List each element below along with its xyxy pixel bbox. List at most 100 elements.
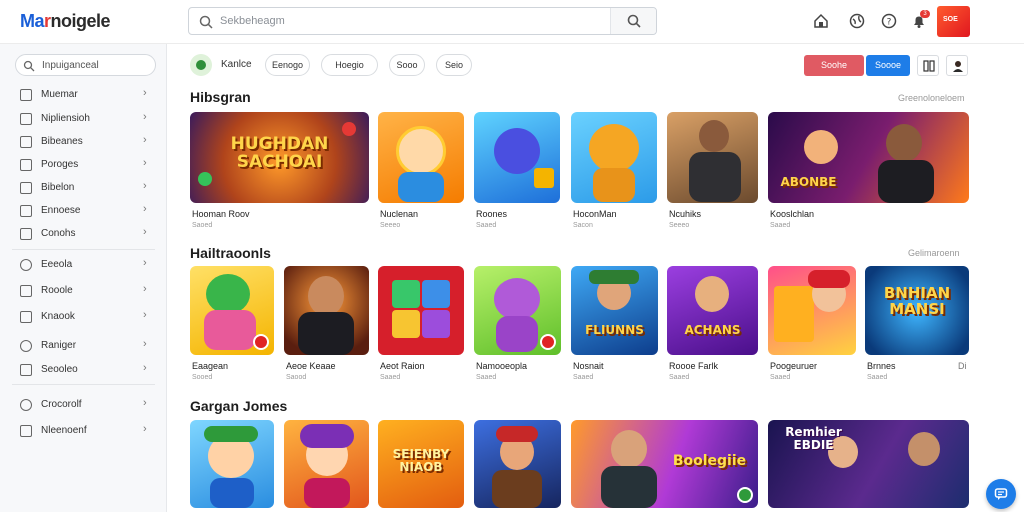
game-thumbnail (378, 112, 464, 203)
game-card[interactable]: HUGHDAN SACHOAI Hooman Roov Saoed (190, 112, 369, 232)
filter-chip[interactable]: Eenogo (265, 54, 310, 76)
menu-item-icon (20, 205, 32, 217)
character-face (494, 128, 540, 174)
search-button[interactable] (610, 8, 656, 34)
game-card[interactable] (284, 420, 369, 508)
user-avatar[interactable]: SOE (937, 6, 970, 37)
sidebar-item[interactable]: Muemar › (0, 85, 167, 105)
game-subtitle: Saaed (867, 374, 888, 381)
game-subtitle: Saaed (380, 374, 401, 381)
game-card[interactable] (474, 420, 561, 508)
site-logo[interactable]: Marnoigele (20, 11, 111, 32)
menu-item-icon (20, 364, 32, 376)
see-all-link[interactable]: Gelimaroenn (908, 248, 960, 258)
chevron-right-icon: › (143, 111, 147, 123)
play-badge-icon (737, 487, 753, 503)
character-body (601, 466, 657, 508)
game-thumbnail: SEIENBY NIAOB (378, 420, 464, 508)
avatar-text: SOE (943, 16, 958, 23)
hat-decoration (496, 426, 538, 442)
game-card[interactable]: Boolegiie (571, 420, 758, 508)
game-thumbnail (284, 420, 369, 508)
character-face (908, 432, 940, 466)
game-card[interactable]: ABONBE Kooslchlan Saaed (768, 112, 969, 232)
game-thumbnail (768, 266, 856, 355)
game-card[interactable]: HoconMan Sacon (571, 112, 657, 232)
home-chip[interactable] (190, 54, 212, 76)
see-all-link[interactable]: Greenoloneloem (898, 93, 965, 103)
game-card[interactable]: BNHIAN MANSI Brnnes Saaed Di (865, 266, 969, 386)
menu-item-icon (20, 89, 32, 101)
primary-action-button[interactable]: Soohe (804, 55, 864, 76)
help-icon[interactable]: ? (880, 12, 898, 30)
game-card[interactable]: ACHANS Roooe Farlk Saaed (667, 266, 758, 386)
sidebar-item[interactable]: Raniger › (0, 336, 167, 356)
profile-button[interactable] (946, 55, 968, 76)
game-subtitle: Saood (286, 374, 307, 381)
home-icon[interactable] (812, 12, 830, 30)
sidebar-item[interactable]: Seooleo › (0, 360, 167, 380)
sidebar-item[interactable]: Bibelon › (0, 178, 167, 198)
sidebar-item[interactable]: Crocorolf › (0, 395, 167, 415)
home-chip-icon (196, 60, 206, 70)
sidebar-item-label: Poroges (41, 159, 79, 170)
sidebar-item[interactable]: Poroges › (0, 155, 167, 175)
filter-active-label[interactable]: Kanlce (221, 59, 252, 70)
sidebar-item[interactable]: Rooole › (0, 281, 167, 301)
sidebar-item-label: Nleenoenf (41, 425, 87, 436)
sidebar-item[interactable]: Bibeanes › (0, 132, 167, 152)
cube-decoration (422, 310, 450, 338)
search-input[interactable]: Sekbeheagm (220, 15, 285, 27)
game-card[interactable]: FLIUNNS Nosnait Saaed (571, 266, 658, 386)
game-thumbnail: BNHIAN MANSI (865, 266, 969, 355)
game-card[interactable]: Nuclenan Seeeo (378, 112, 464, 232)
character-face (695, 276, 729, 312)
hat-decoration (300, 424, 354, 448)
filter-chip[interactable]: Seio (436, 54, 472, 76)
sidebar-item[interactable]: Knaook › (0, 307, 167, 327)
cube-decoration (392, 310, 420, 338)
menu-item-icon (20, 425, 32, 437)
secondary-action-button[interactable]: Soooe (866, 55, 910, 76)
game-card[interactable]: Eaagean Sooed (190, 266, 274, 386)
game-card[interactable]: Poogeuruer Saaed (768, 266, 856, 386)
filter-chip[interactable]: Sooo (389, 54, 425, 76)
sidebar-item[interactable]: Eeeola › (0, 255, 167, 275)
grid-view-button[interactable] (917, 55, 939, 76)
game-card[interactable]: SEIENBY NIAOB (378, 420, 464, 508)
chevron-right-icon: › (143, 157, 147, 169)
sidebar-item[interactable]: Nipliensioh › (0, 109, 167, 129)
sidebar-item-label: Crocorolf (41, 399, 82, 410)
game-thumbnail: HUGHDAN SACHOAI (190, 112, 369, 203)
chat-button[interactable] (986, 479, 1016, 509)
play-badge-icon (540, 334, 556, 350)
game-card[interactable]: Remhier EBDIE (768, 420, 969, 508)
menu-item-icon (20, 340, 32, 352)
section-title: Hibsgran (190, 89, 251, 105)
game-card[interactable]: Roones Saaed (474, 112, 560, 232)
game-card[interactable]: Aeot Raion Saaed (378, 266, 464, 386)
game-thumbnail: ACHANS (667, 266, 758, 355)
game-card[interactable] (190, 420, 274, 508)
sidebar-item[interactable]: Nleenoenf › (0, 421, 167, 441)
game-card[interactable]: Namooeopla Saaed (474, 266, 561, 386)
game-title: Kooslchlan (770, 209, 815, 219)
sidebar-search[interactable]: Inpuiganceal (15, 54, 156, 76)
filter-chip[interactable]: Hoegio (321, 54, 378, 76)
game-title: Roones (476, 209, 508, 219)
game-card[interactable]: Ncuhiks Seeeo (667, 112, 758, 232)
sidebar-item[interactable]: Conohs › (0, 224, 167, 244)
cube-decoration (392, 280, 420, 308)
sidebar-search-input[interactable]: Inpuiganceal (42, 60, 99, 71)
game-thumbnail (474, 112, 560, 203)
menu-item-icon (20, 182, 32, 194)
game-card[interactable]: Aeoe Keaae Saood (284, 266, 369, 386)
character-face (206, 274, 250, 314)
sidebar-item[interactable]: Ennoese › (0, 201, 167, 221)
search-bar[interactable]: Sekbeheagm (188, 7, 657, 35)
search-icon (23, 60, 35, 72)
character-face (804, 130, 838, 164)
globe-icon[interactable] (848, 12, 866, 30)
chevron-right-icon: › (143, 397, 147, 409)
game-title: Roooe Farlk (669, 361, 719, 371)
